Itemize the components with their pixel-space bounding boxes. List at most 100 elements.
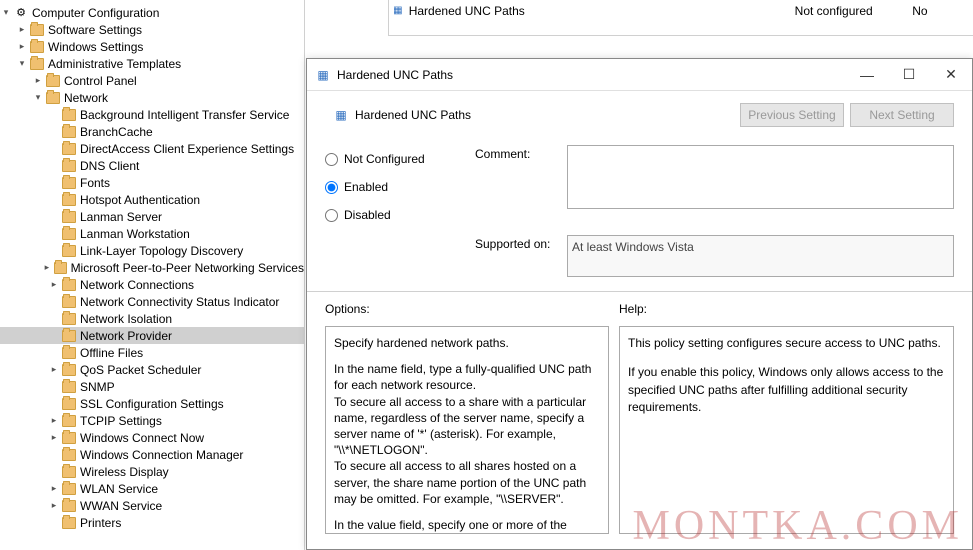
tree-item[interactable]: Network Connectivity Status Indicator (0, 293, 304, 310)
tree-item[interactable]: DNS Client (0, 157, 304, 174)
tree-item[interactable]: ▸WLAN Service (0, 480, 304, 497)
radio-enabled[interactable]: Enabled (325, 173, 475, 201)
tree-item[interactable]: Lanman Server (0, 208, 304, 225)
maximize-button[interactable]: ☐ (888, 59, 930, 91)
tree-item[interactable]: Wireless Display (0, 463, 304, 480)
folder-icon (46, 75, 60, 87)
tree-label: Network Provider (80, 329, 172, 343)
expander-icon[interactable]: ▸ (48, 483, 60, 495)
tree-label: Network Isolation (80, 312, 172, 326)
supported-value: At least Windows Vista (567, 235, 954, 277)
tree-item[interactable]: Lanman Workstation (0, 225, 304, 242)
tree-item[interactable]: Background Intelligent Transfer Service (0, 106, 304, 123)
tree-item[interactable]: ▸ TCPIP Settings (0, 412, 304, 429)
tree-label: Windows Connection Manager (80, 448, 243, 462)
tree-label: Background Intelligent Transfer Service (80, 108, 289, 122)
expander-icon[interactable]: ▾ (32, 92, 44, 104)
expander-icon[interactable] (48, 330, 60, 342)
expander-icon[interactable] (48, 296, 60, 308)
expander-icon[interactable]: ▸ (48, 279, 60, 291)
tree-item[interactable]: SSL Configuration Settings (0, 395, 304, 412)
help-pane[interactable]: This policy setting configures secure ac… (619, 326, 954, 534)
tree-label: Network Connections (80, 278, 194, 292)
expander-icon[interactable] (48, 228, 60, 240)
comment-input[interactable] (567, 145, 954, 209)
folder-icon (62, 381, 76, 393)
close-button[interactable]: ✕ (930, 59, 972, 91)
folder-icon (62, 194, 76, 206)
tree-item[interactable]: Link-Layer Topology Discovery (0, 242, 304, 259)
expander-icon[interactable] (48, 466, 60, 478)
tree-item[interactable]: Network Provider (0, 327, 304, 344)
tree-item[interactable]: Offline Files (0, 344, 304, 361)
options-pane[interactable]: Specify hardened network paths. In the n… (325, 326, 609, 534)
folder-icon (62, 143, 76, 155)
help-header: Help: (619, 302, 954, 316)
expander-icon[interactable] (48, 194, 60, 206)
policy-comment: No (912, 4, 971, 18)
tree-item[interactable]: BranchCache (0, 123, 304, 140)
folder-icon (30, 24, 44, 36)
expander-icon[interactable]: ▸ (16, 41, 28, 53)
expander-icon[interactable]: ▸ (48, 364, 60, 376)
expander-icon[interactable] (48, 160, 60, 172)
tree-item[interactable]: DirectAccess Client Experience Settings (0, 140, 304, 157)
expander-icon[interactable]: ▸ (42, 262, 52, 274)
tree-item-software[interactable]: ▸ Software Settings (0, 21, 304, 38)
expander-icon[interactable] (48, 245, 60, 257)
expander-icon[interactable]: ▾ (16, 58, 28, 70)
folder-icon (62, 500, 76, 512)
expander-icon[interactable] (48, 126, 60, 138)
expander-icon[interactable]: ▸ (48, 500, 60, 512)
tree-item[interactable]: Hotspot Authentication (0, 191, 304, 208)
expander-icon[interactable] (48, 381, 60, 393)
expander-icon[interactable] (48, 313, 60, 325)
tree-item[interactable]: Printers (0, 514, 304, 531)
radio-disabled[interactable]: Disabled (325, 201, 475, 229)
list-row[interactable]: ▦ Hardened UNC Paths Not configured No (391, 2, 971, 19)
tree-item-windows[interactable]: ▸ Windows Settings (0, 38, 304, 55)
tree-root[interactable]: ▾ ⚙ Computer Configuration (0, 4, 304, 21)
expander-icon[interactable] (48, 517, 60, 529)
expander-icon[interactable]: ▸ (16, 24, 28, 36)
tree-item[interactable]: ▸ Microsoft Peer-to-Peer Networking Servi… (0, 259, 304, 276)
expander-icon[interactable] (48, 177, 60, 189)
tree-label: Microsoft Peer-to-Peer Networking Servic… (71, 261, 304, 275)
expander-icon[interactable] (48, 109, 60, 121)
divider (307, 291, 972, 292)
tree-item-network[interactable]: ▾ Network (0, 89, 304, 106)
tree-item[interactable]: ▸ Network Connections (0, 276, 304, 293)
previous-setting-button[interactable]: Previous Setting (740, 103, 844, 127)
supported-label: Supported on: (475, 235, 567, 277)
expander-icon[interactable]: ▾ (0, 7, 12, 19)
folder-icon (62, 109, 76, 121)
tree-item[interactable]: Network Isolation (0, 310, 304, 327)
tree-item[interactable]: Windows Connection Manager (0, 446, 304, 463)
tree-item[interactable]: ▸QoS Packet Scheduler (0, 361, 304, 378)
expander-icon[interactable]: ▸ (48, 432, 60, 444)
tree-item-admintemplates[interactable]: ▾ Administrative Templates (0, 55, 304, 72)
expander-icon[interactable]: ▸ (48, 415, 60, 427)
tree-item[interactable]: SNMP (0, 378, 304, 395)
next-setting-button[interactable]: Next Setting (850, 103, 954, 127)
expander-icon[interactable] (48, 143, 60, 155)
folder-icon (62, 245, 76, 257)
expander-icon[interactable] (48, 449, 60, 461)
expander-icon[interactable] (48, 211, 60, 223)
tree-item-controlpanel[interactable]: ▸ Control Panel (0, 72, 304, 89)
expander-icon[interactable] (48, 398, 60, 410)
radio-not-configured[interactable]: Not Configured (325, 145, 475, 173)
minimize-button[interactable]: — (846, 59, 888, 91)
tree-item[interactable]: ▸WWAN Service (0, 497, 304, 514)
titlebar[interactable]: ▦ Hardened UNC Paths — ☐ ✕ (307, 59, 972, 91)
tree-item[interactable]: ▸Windows Connect Now (0, 429, 304, 446)
expander-icon[interactable]: ▸ (32, 75, 44, 87)
tree-label: TCPIP Settings (80, 414, 162, 428)
folder-icon (62, 279, 76, 291)
expander-icon[interactable] (48, 347, 60, 359)
folder-icon (62, 177, 76, 189)
tree-item[interactable]: Fonts (0, 174, 304, 191)
folder-icon (62, 449, 76, 461)
tree-label: SNMP (80, 380, 115, 394)
tree-label: DirectAccess Client Experience Settings (80, 142, 294, 156)
